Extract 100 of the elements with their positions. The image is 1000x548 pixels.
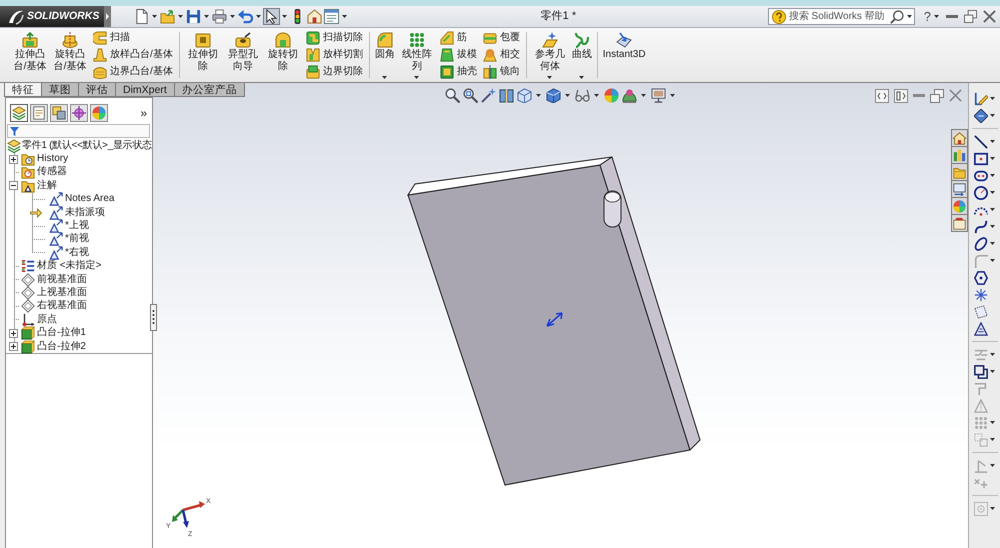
caret-icon[interactable] [282,15,287,18]
wedge-icon[interactable] [440,30,454,44]
caret-icon[interactable] [564,94,570,97]
ribbon-button[interactable]: 边界凸台/基体 [91,63,175,80]
caret-icon[interactable] [536,94,540,97]
caret-icon[interactable] [670,94,674,97]
bell-icon[interactable] [93,48,107,62]
more-tabs-button[interactable]: » [138,106,149,120]
ribbon-button[interactable]: 扫描 [91,29,175,46]
tree-item[interactable]: 凸台-拉伸1 [6,326,86,340]
caret-icon[interactable] [990,174,995,177]
ribbon-button[interactable]: 旋转切除 [264,28,302,82]
tray-cut-icon[interactable] [306,64,320,78]
ribbon-button[interactable]: 相交 [480,46,522,63]
drill-icon[interactable] [234,32,251,48]
funnel-icon[interactable] [10,126,19,136]
caret-icon[interactable] [178,15,183,18]
caret-icon[interactable] [342,15,347,18]
caret-icon[interactable] [934,15,939,18]
tapered-block-icon[interactable] [440,48,454,62]
ribbon-button[interactable]: 镜向 [480,63,522,80]
ribbon-button[interactable]: Instant3D [602,28,647,82]
tree-item[interactable]: 上视基准面 [6,286,87,300]
caret-icon[interactable] [640,94,646,97]
ribbon-tab[interactable]: DimXpert [115,83,175,97]
caret-icon[interactable] [230,15,235,18]
hook-icon[interactable] [93,30,107,44]
ribbon-button[interactable]: 参考几何体 [530,28,569,82]
notched-block-icon[interactable] [306,48,320,62]
search-icon[interactable] [890,10,904,24]
expand-icon[interactable] [9,154,18,164]
ribbon-tab[interactable]: 特征 [4,83,42,97]
tree-item[interactable]: 零件1 (默认<<默认>_显示状态 [6,139,152,152]
expand-icon[interactable] [9,342,18,352]
block-arrow-icon[interactable] [22,32,38,48]
caret-icon[interactable] [990,140,995,143]
squiggle-icon[interactable] [574,32,590,48]
ribbon-button[interactable]: 放样凸台/基体 [91,46,175,63]
tree-item[interactable]: *前视 [6,232,89,246]
sparkle-plane-icon[interactable] [542,32,558,48]
tree-item[interactable]: 注解 [6,179,57,193]
caret-icon[interactable] [990,370,995,373]
tree-item[interactable]: 前视基准面 [6,272,87,286]
mirror-blocks-icon[interactable] [482,64,497,78]
ribbon-tab[interactable]: 草图 [41,83,79,97]
block-hole-icon[interactable] [194,32,211,48]
caret-icon[interactable] [990,157,995,160]
expand-icon[interactable] [9,328,18,338]
caret-icon[interactable] [990,225,995,228]
tree-item[interactable]: 材质 <未指定> [6,260,102,273]
splitter-handle[interactable] [150,304,157,331]
tree-item[interactable]: *右视 [6,246,89,260]
ribbon-button[interactable]: 拉伸凸台/基体 [11,28,49,82]
ribbon-button[interactable]: 放样切割 [304,46,365,63]
caret-icon[interactable] [579,76,584,79]
ribbon-button[interactable]: 旋转凸台/基体 [51,28,89,82]
collapse-icon[interactable] [9,181,18,190]
caret-icon[interactable] [204,15,209,18]
ribbon-button[interactable]: 抽壳 [438,63,479,80]
dot-grid-icon[interactable] [408,32,425,48]
caret-icon[interactable] [547,76,552,79]
arch-icon[interactable] [274,32,291,48]
caret-icon[interactable] [990,97,995,100]
caret-icon[interactable] [906,15,912,18]
framed-square-icon[interactable] [440,64,454,78]
caret-icon[interactable] [152,15,157,18]
ribbon-button[interactable]: 拉伸切除 [184,28,222,82]
ribbon-button[interactable]: 筋 [438,29,479,46]
spool-icon[interactable] [62,32,78,48]
ribbon-button[interactable]: 拔模 [438,46,479,63]
tree-item[interactable]: History [6,152,68,166]
caret-icon[interactable] [414,76,420,79]
tree-item[interactable]: Notes Area [6,192,114,206]
ribbon-button[interactable]: 曲线 [570,28,593,82]
tree-item[interactable]: 右视基准面 [6,300,87,314]
search-field[interactable]: 搜索 SolidWorks 帮助 [768,8,915,25]
filter-field[interactable] [7,124,150,138]
ribbon-button[interactable]: 异型孔向导 [224,28,262,82]
pillow-icon[interactable] [93,64,107,78]
caret-icon[interactable] [382,76,388,79]
tree-item[interactable]: 原点 [6,313,57,326]
ribbon-button[interactable]: 线性阵列 [398,28,436,82]
caret-icon[interactable] [990,242,995,245]
ribbon-tab[interactable]: 办公室产品 [174,83,245,97]
overlap-icon[interactable] [482,48,497,62]
caret-icon[interactable] [256,15,261,18]
rounded-block-icon[interactable] [376,32,393,48]
tree-item[interactable]: 传感器 [6,166,67,180]
tree-item[interactable]: 未指派项 [6,206,105,220]
ribbon-button[interactable]: 边界切除 [304,63,365,80]
ribbon-button[interactable]: 包覆 [480,29,522,46]
ribbon-button[interactable]: 圆角 [374,28,396,82]
help-button[interactable]: ? [922,10,932,24]
arrow-plate-icon[interactable] [616,32,632,48]
caret-icon[interactable] [594,94,598,97]
caret-icon[interactable] [990,208,995,211]
zigzag-square-icon[interactable] [306,30,320,44]
tree-item[interactable]: *上视 [6,219,89,233]
ribbon-tab[interactable]: 评估 [78,83,116,97]
banded-block-icon[interactable] [482,30,497,44]
